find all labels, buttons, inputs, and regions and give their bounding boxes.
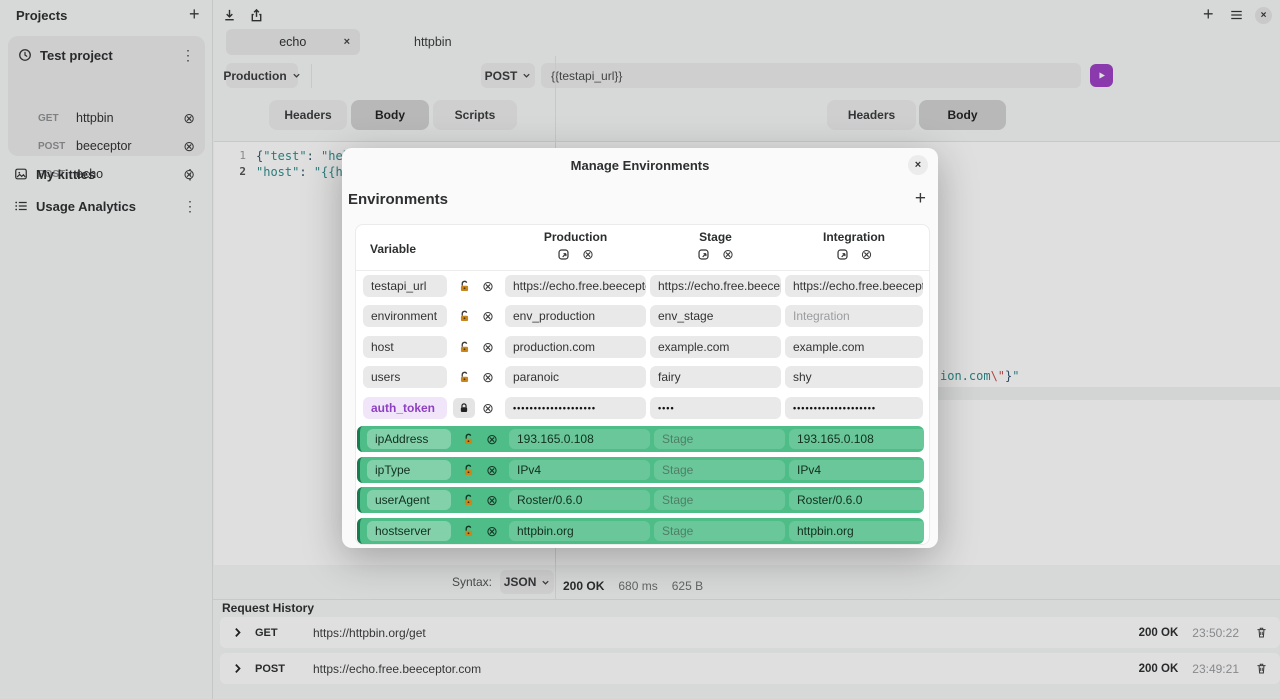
delete-environment-icon[interactable]: ⊗ bbox=[722, 247, 734, 261]
delete-environment-icon[interactable]: ⊗ bbox=[861, 247, 873, 261]
unlock-icon[interactable] bbox=[453, 275, 475, 297]
production-value-input[interactable]: https://echo.free.beecepto bbox=[505, 275, 646, 297]
variable-row-testapi-url: testapi_url ⊗ https://echo.free.beecepto… bbox=[356, 275, 931, 297]
unlock-icon[interactable] bbox=[453, 336, 475, 358]
variable-row-useragent: userAgent ⊗ Roster/0.6.0 Stage Roster/0.… bbox=[357, 487, 924, 513]
lock-icon[interactable] bbox=[453, 398, 475, 418]
delete-variable-icon[interactable]: ⊗ bbox=[482, 279, 494, 293]
stage-header-actions: ⊗ bbox=[650, 247, 781, 261]
unlock-icon[interactable] bbox=[453, 305, 475, 327]
stage-value-input[interactable]: example.com bbox=[650, 336, 781, 358]
variable-name-input[interactable]: ipType bbox=[367, 460, 451, 480]
unlock-icon[interactable] bbox=[457, 459, 479, 481]
delete-variable-icon[interactable]: ⊗ bbox=[482, 340, 494, 354]
production-value-input[interactable]: httpbin.org bbox=[509, 521, 650, 541]
variable-row-users: users ⊗ paranoic fairy shy bbox=[356, 366, 931, 388]
integration-value-input[interactable]: Roster/0.6.0 bbox=[789, 490, 927, 510]
production-value-input[interactable]: IPv4 bbox=[509, 460, 650, 480]
variable-name-input[interactable]: host bbox=[363, 336, 447, 358]
variable-row-auth-token: auth_token ⊗ •••••••••••••••••••• •••• •… bbox=[356, 397, 931, 419]
integration-value-input[interactable]: https://echo.free.beecepto bbox=[785, 275, 923, 297]
column-header-stage: Stage bbox=[650, 230, 781, 244]
delete-variable-icon[interactable]: ⊗ bbox=[482, 370, 494, 384]
variable-row-hostserver: hostserver ⊗ httpbin.org Stage httpbin.o… bbox=[357, 518, 924, 544]
delete-variable-icon[interactable]: ⊗ bbox=[486, 524, 498, 538]
add-environment-button[interactable]: + bbox=[915, 188, 926, 210]
stage-value-input[interactable]: https://echo.free.beecepto bbox=[650, 275, 781, 297]
variable-row-environment: environment ⊗ env_production env_stage I… bbox=[356, 305, 931, 327]
variable-name-input[interactable]: userAgent bbox=[367, 490, 451, 510]
integration-value-input[interactable]: IPv4 bbox=[789, 460, 927, 480]
integration-value-input[interactable]: 193.165.0.108 bbox=[789, 429, 927, 449]
stage-value-input[interactable]: Stage bbox=[654, 490, 785, 510]
integration-value-input[interactable]: •••••••••••••••••••• bbox=[785, 397, 923, 419]
delete-variable-icon[interactable]: ⊗ bbox=[486, 432, 498, 446]
integration-value-input[interactable]: shy bbox=[785, 366, 923, 388]
production-header-actions: ⊗ bbox=[505, 247, 646, 261]
manage-environments-modal: Manage Environments × Environments + Var… bbox=[342, 148, 938, 548]
variable-name-input[interactable]: ipAddress bbox=[367, 429, 451, 449]
duplicate-environment-icon[interactable] bbox=[836, 248, 849, 261]
environments-table: Variable Production Stage Integration ⊗ … bbox=[355, 224, 930, 545]
variable-row-host: host ⊗ production.com example.com exampl… bbox=[356, 336, 931, 358]
delete-variable-icon[interactable]: ⊗ bbox=[486, 493, 498, 507]
api-client-window: Projects + Test project ⋮ GET httpbin ⊗ … bbox=[0, 0, 1280, 699]
stage-value-input[interactable]: Stage bbox=[654, 429, 785, 449]
delete-environment-icon[interactable]: ⊗ bbox=[582, 247, 594, 261]
unlock-icon[interactable] bbox=[457, 428, 479, 450]
unlock-icon[interactable] bbox=[457, 520, 479, 542]
production-value-input[interactable]: Roster/0.6.0 bbox=[509, 490, 650, 510]
variable-name-input[interactable]: auth_token bbox=[363, 397, 447, 419]
stage-value-input[interactable]: env_stage bbox=[650, 305, 781, 327]
variable-row-ipaddress: ipAddress ⊗ 193.165.0.108 Stage 193.165.… bbox=[357, 426, 924, 452]
variable-column-header: Variable bbox=[370, 242, 416, 256]
variable-name-input[interactable]: hostserver bbox=[367, 521, 451, 541]
duplicate-environment-icon[interactable] bbox=[697, 248, 710, 261]
stage-value-input[interactable]: Stage bbox=[654, 460, 785, 480]
environments-section-title: Environments bbox=[348, 191, 448, 208]
stage-value-input[interactable]: Stage bbox=[654, 521, 785, 541]
variable-name-input[interactable]: users bbox=[363, 366, 447, 388]
delete-variable-icon[interactable]: ⊗ bbox=[482, 309, 494, 323]
integration-header-actions: ⊗ bbox=[785, 247, 923, 261]
integration-value-input[interactable]: Integration bbox=[785, 305, 923, 327]
production-value-input[interactable]: •••••••••••••••••••• bbox=[505, 397, 646, 419]
production-value-input[interactable]: production.com bbox=[505, 336, 646, 358]
production-value-input[interactable]: 193.165.0.108 bbox=[509, 429, 650, 449]
table-header-divider bbox=[356, 270, 929, 271]
integration-value-input[interactable]: httpbin.org bbox=[789, 521, 927, 541]
close-modal-icon[interactable]: × bbox=[908, 155, 928, 175]
unlock-icon[interactable] bbox=[457, 489, 479, 511]
variable-name-input[interactable]: environment bbox=[363, 305, 447, 327]
column-header-production: Production bbox=[505, 230, 646, 244]
unlock-icon[interactable] bbox=[453, 366, 475, 388]
delete-variable-icon[interactable]: ⊗ bbox=[482, 401, 494, 415]
stage-value-input[interactable]: fairy bbox=[650, 366, 781, 388]
variable-row-iptype: ipType ⊗ IPv4 Stage IPv4 bbox=[357, 457, 924, 483]
variable-name-input[interactable]: testapi_url bbox=[363, 275, 447, 297]
column-header-integration: Integration bbox=[785, 230, 923, 244]
integration-value-input[interactable]: example.com bbox=[785, 336, 923, 358]
delete-variable-icon[interactable]: ⊗ bbox=[486, 463, 498, 477]
duplicate-environment-icon[interactable] bbox=[557, 248, 570, 261]
stage-value-input[interactable]: •••• bbox=[650, 397, 781, 419]
modal-title: Manage Environments bbox=[342, 158, 938, 173]
production-value-input[interactable]: env_production bbox=[505, 305, 646, 327]
production-value-input[interactable]: paranoic bbox=[505, 366, 646, 388]
